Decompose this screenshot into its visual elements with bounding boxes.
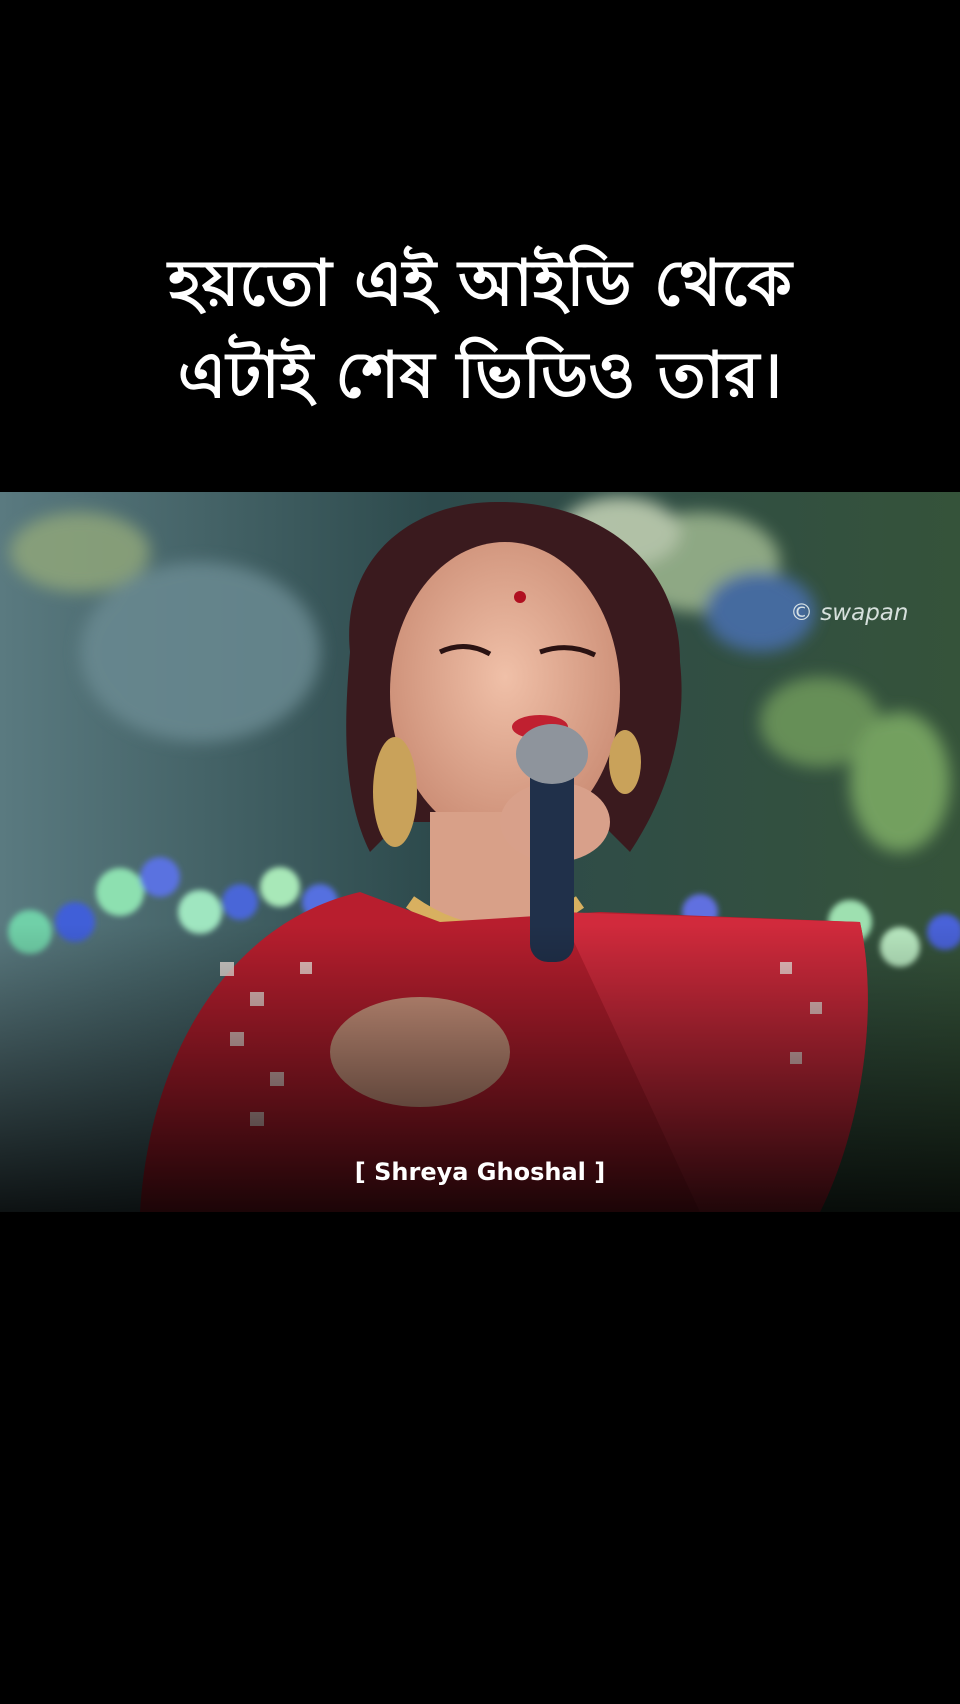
artist-credit: [ Shreya Ghoshal ] (354, 1158, 606, 1186)
caption-line-1: হয়তো এই আইডি থেকে (168, 247, 792, 321)
watermark-text: © swapan (790, 600, 909, 626)
caption-text: হয়তো এই আইডি থেকে এটাই শেষ ভিডিও তার। (0, 238, 960, 422)
caption-line-2: এটাই শেষ ভিডিও তার। (177, 339, 783, 413)
bottom-black-area (0, 1212, 960, 1704)
